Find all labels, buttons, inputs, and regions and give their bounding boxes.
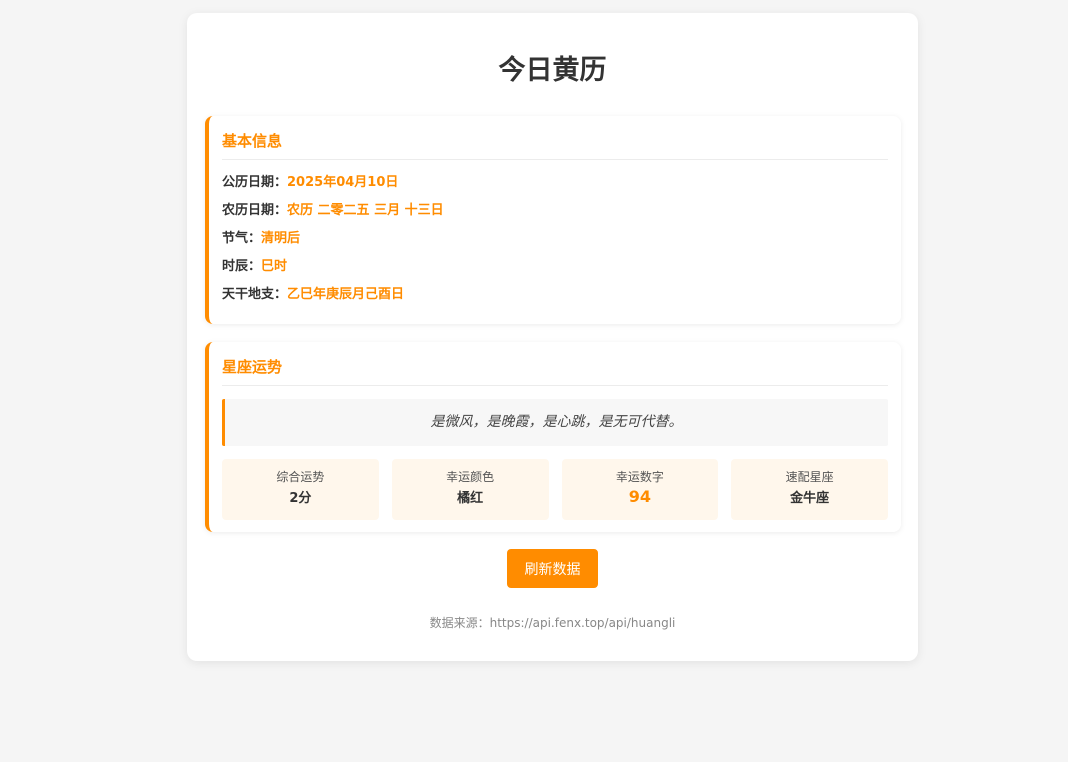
solar-term-value: 清明后 xyxy=(261,231,301,246)
shichen-value: 巳时 xyxy=(261,259,288,274)
solar-date-row: 公历日期：2025年04月10日 xyxy=(222,169,888,197)
horoscope-heading: 星座运势 xyxy=(222,342,888,386)
lunar-date-label: 农历日期： xyxy=(222,203,288,218)
lunar-date-row: 农历日期：农历 二零二五 三月 十三日 xyxy=(222,197,888,225)
page-title: 今日黄历 xyxy=(498,55,607,86)
lucky-number-stat: 幸运数字 94 xyxy=(561,459,719,520)
solar-term-label: 节气： xyxy=(222,231,262,246)
matching-sign-label: 速配星座 xyxy=(785,470,834,484)
solar-date-value: 2025年04月10日 xyxy=(287,175,399,190)
matching-sign-stat: 速配星座 金牛座 xyxy=(731,459,888,520)
basic-info-section: 基本信息 公历日期：2025年04月10日 农历日期：农历 二零二五 三月 十三… xyxy=(205,116,901,324)
overall-fortune-label: 综合运势 xyxy=(276,470,325,484)
lucky-number-label: 幸运数字 xyxy=(615,470,664,484)
solar-term-row: 节气：清明后 xyxy=(222,225,888,253)
overall-fortune-stat: 综合运势 2分 xyxy=(222,459,379,520)
lucky-color-label: 幸运颜色 xyxy=(446,470,495,484)
refresh-button[interactable]: 刷新数据 xyxy=(507,549,598,588)
basic-info-list: 公历日期：2025年04月10日 农历日期：农历 二零二五 三月 十三日 节气：… xyxy=(222,160,888,309)
basic-info-heading: 基本信息 xyxy=(222,116,888,160)
horoscope-stats: 综合运势 2分 幸运颜色 橘红 幸运数字 94 速配星座 金牛座 xyxy=(222,459,888,520)
almanac-card: 今日黄历 基本信息 公历日期：2025年04月10日 农历日期：农历 二零二五 … xyxy=(187,13,918,661)
shichen-row: 时辰：巳时 xyxy=(222,253,888,281)
ganzhi-label: 天干地支： xyxy=(222,287,288,302)
lucky-color-stat: 幸运颜色 橘红 xyxy=(391,459,549,520)
data-source-footer: 数据来源：https://api.fenx.top/api/huangli xyxy=(429,616,676,630)
lucky-number-value: 94 xyxy=(628,487,651,506)
ganzhi-value: 乙巳年庚辰月己酉日 xyxy=(287,287,405,302)
horoscope-quote: 是微风，是晚霞，是心跳，是无可代替。 xyxy=(222,399,888,446)
lunar-date-value: 农历 二零二五 三月 十三日 xyxy=(287,203,444,218)
solar-date-label: 公历日期： xyxy=(222,175,288,190)
lucky-color-value: 橘红 xyxy=(457,491,484,506)
ganzhi-row: 天干地支：乙巳年庚辰月己酉日 xyxy=(222,281,888,309)
matching-sign-value: 金牛座 xyxy=(790,491,830,506)
overall-fortune-value: 2分 xyxy=(289,491,312,506)
shichen-label: 时辰： xyxy=(222,259,262,274)
horoscope-section: 星座运势 是微风，是晚霞，是心跳，是无可代替。 综合运势 2分 幸运颜色 橘红 … xyxy=(205,342,901,532)
